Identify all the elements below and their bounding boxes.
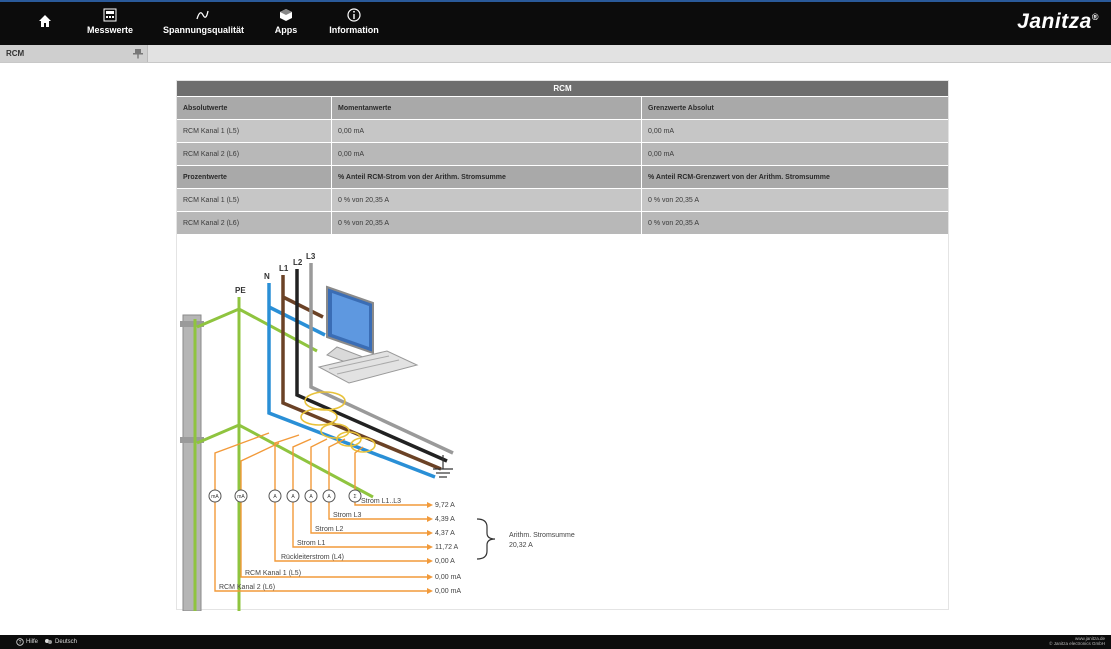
table-cell: RCM Kanal 2 (L6) bbox=[177, 143, 332, 165]
conductor-label-l2: L2 bbox=[293, 258, 303, 267]
help-label: Hilfe bbox=[26, 639, 39, 645]
apps-icon bbox=[280, 9, 292, 21]
brand-name: Janitza bbox=[1017, 10, 1092, 33]
table-header-cell: % Anteil RCM-Grenzwert von der Arithm. S… bbox=[648, 174, 830, 181]
table-cell: 0,00 mA bbox=[332, 143, 642, 165]
home-icon bbox=[39, 15, 51, 27]
nav-information[interactable]: Information bbox=[327, 6, 381, 44]
arith-sum-value: 20,32 A bbox=[509, 542, 533, 549]
label-rcm1: RCM Kanal 1 (L5) bbox=[245, 570, 301, 577]
label-l2: Strom L2 bbox=[315, 526, 344, 533]
conductor-label-n: N bbox=[264, 272, 270, 281]
voltage-quality-icon bbox=[196, 10, 209, 20]
nav-messwerte-label: Messwerte bbox=[86, 25, 134, 35]
footer-company: © Janitza electronics GmbH bbox=[1049, 641, 1105, 646]
table-cell: 0,00 mA bbox=[648, 151, 675, 158]
help-link[interactable]: ? Hilfe bbox=[16, 638, 38, 646]
value-return: 0,00 A bbox=[435, 558, 455, 565]
measurement-wiring bbox=[214, 432, 427, 592]
nav-spannungsqualitaet[interactable]: Spannungsqualität bbox=[163, 6, 244, 44]
nav-spannungsqualitaet-label: Spannungsqualität bbox=[163, 25, 244, 35]
rcm-wiring-diagram: PE N L1 L2 L3 mA mA A A A A Σ Strom L1..… bbox=[180, 252, 575, 611]
ground-pole bbox=[182, 314, 202, 611]
meter-icon bbox=[103, 8, 117, 22]
label-rcm2: RCM Kanal 2 (L6) bbox=[219, 584, 275, 591]
meter-ma-1: mA bbox=[211, 494, 219, 500]
janitza-logo: Janitza® bbox=[1017, 10, 1099, 34]
arrow-rcm1 bbox=[427, 574, 433, 580]
meter-sum: Σ bbox=[353, 494, 356, 500]
arrow-sum bbox=[427, 502, 433, 508]
nav-apps[interactable]: Apps bbox=[272, 6, 300, 44]
arith-sum-label: Arithm. Stromsumme bbox=[509, 532, 575, 539]
top-navigation-bar: Messwerte Spannungsqualität Apps Informa… bbox=[0, 0, 1111, 45]
table-cell: 0 % von 20,35 A bbox=[648, 220, 699, 227]
brand-trademark: ® bbox=[1091, 12, 1099, 22]
label-l3: Strom L3 bbox=[333, 512, 362, 519]
conductor-label-pe: PE bbox=[235, 286, 246, 295]
table-cell: RCM Kanal 1 (L5) bbox=[177, 120, 332, 142]
arrow-rcm2 bbox=[427, 588, 433, 594]
arrow-l1 bbox=[427, 544, 433, 550]
table-cell: RCM Kanal 1 (L5) bbox=[177, 189, 332, 211]
arrow-return bbox=[427, 558, 433, 564]
table-row: RCM Kanal 2 (L6) 0,00 mA 0,00 mA bbox=[177, 142, 948, 165]
table-cell: 0,00 mA bbox=[648, 128, 675, 135]
language-selector[interactable]: Deutsch bbox=[44, 638, 77, 646]
table-row: RCM Kanal 1 (L5) 0 % von 20,35 A 0 % von… bbox=[177, 188, 948, 211]
arrow-l2 bbox=[427, 530, 433, 536]
value-l1: 11,72 A bbox=[435, 544, 459, 551]
table-header-cell: Grenzwerte Absolut bbox=[648, 105, 714, 112]
value-l3: 4,39 A bbox=[435, 516, 455, 523]
conductor-label-l1: L1 bbox=[279, 264, 289, 273]
value-l2: 4,37 A bbox=[435, 530, 455, 537]
sum-brace bbox=[476, 518, 496, 560]
language-label: Deutsch bbox=[55, 639, 78, 645]
label-return: Rückleiterstrom (L4) bbox=[281, 554, 344, 561]
value-rcm2: 0,00 mA bbox=[435, 588, 461, 595]
footer-company-info: www.janitza.de © Janitza electronics Gmb… bbox=[1049, 636, 1105, 646]
info-icon bbox=[347, 8, 361, 22]
meter-symbols bbox=[208, 489, 362, 503]
footer-bar: ? Hilfe Deutsch www.janitza.de © Janitza… bbox=[0, 635, 1111, 649]
rcm-table-title: RCM bbox=[177, 81, 948, 96]
table-cell: RCM Kanal 2 (L6) bbox=[177, 212, 332, 234]
table-header-cell: Momentanwerte bbox=[332, 97, 642, 119]
table-header-cell: % Anteil RCM-Strom von der Arithm. Strom… bbox=[332, 166, 642, 188]
label-sum-l1-l3: Strom L1..L3 bbox=[361, 498, 401, 505]
table-header-row: Absolutwerte Momentanwerte Grenzwerte Ab… bbox=[177, 96, 948, 119]
breadcrumb: RCM bbox=[0, 45, 148, 62]
svg-text:?: ? bbox=[19, 640, 22, 646]
computer-icon bbox=[317, 285, 419, 384]
table-cell: 0,00 mA bbox=[332, 120, 642, 142]
label-l1: Strom L1 bbox=[297, 540, 326, 547]
value-sum: 9,72 A bbox=[435, 502, 455, 509]
table-header-cell: Absolutwerte bbox=[177, 97, 332, 119]
table-cell: 0 % von 20,35 A bbox=[332, 189, 642, 211]
language-icon bbox=[45, 639, 52, 644]
table-cell: 0 % von 20,35 A bbox=[648, 197, 699, 204]
value-rcm1: 0,00 mA bbox=[435, 574, 461, 581]
conductor-label-l3: L3 bbox=[306, 252, 316, 261]
breadcrumb-bar: RCM bbox=[0, 45, 1111, 63]
nav-messwerte[interactable]: Messwerte bbox=[86, 6, 134, 44]
table-cell: 0 % von 20,35 A bbox=[332, 212, 642, 234]
table-row: RCM Kanal 1 (L5) 0,00 mA 0,00 mA bbox=[177, 119, 948, 142]
rcm-panel: RCM Absolutwerte Momentanwerte Grenzwert… bbox=[176, 80, 949, 611]
pin-icon[interactable] bbox=[132, 47, 144, 59]
table-header-cell: Prozentwerte bbox=[177, 166, 332, 188]
nav-information-label: Information bbox=[329, 25, 379, 35]
nav-apps-label: Apps bbox=[274, 25, 298, 35]
help-icon: ? bbox=[16, 638, 24, 646]
meter-ma-2: mA bbox=[237, 494, 245, 500]
table-header-row: Prozentwerte % Anteil RCM-Strom von der … bbox=[177, 165, 948, 188]
arrow-l3 bbox=[427, 516, 433, 522]
table-row: RCM Kanal 2 (L6) 0 % von 20,35 A 0 % von… bbox=[177, 211, 948, 234]
breadcrumb-page-label: RCM bbox=[6, 49, 25, 58]
